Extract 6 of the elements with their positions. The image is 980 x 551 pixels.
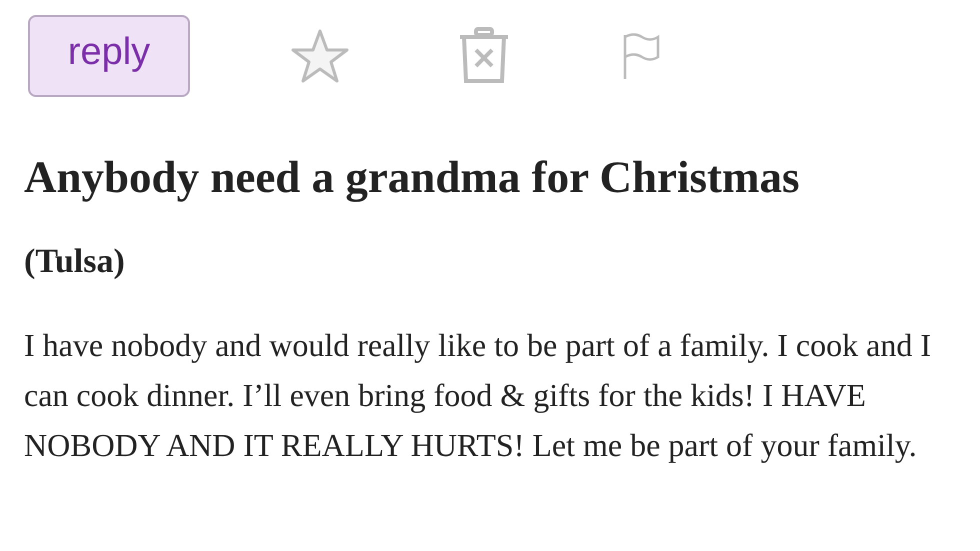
posting-title: Anybody need a grandma for Christmas bbox=[24, 152, 800, 202]
posting-body: I have nobody and would really like to be part of a family. I cook and I can cook dinner. I’ll even bring food & gifts for the kids! I HAVE NOBODY AND IT REALLY HURTS! Let me be part of your family. bbox=[24, 326, 932, 465]
posting-location: (Tulsa) bbox=[24, 243, 125, 280]
star-icon[interactable] bbox=[290, 28, 350, 84]
reply-button[interactable]: reply bbox=[28, 15, 190, 97]
flag-icon[interactable] bbox=[622, 31, 662, 81]
